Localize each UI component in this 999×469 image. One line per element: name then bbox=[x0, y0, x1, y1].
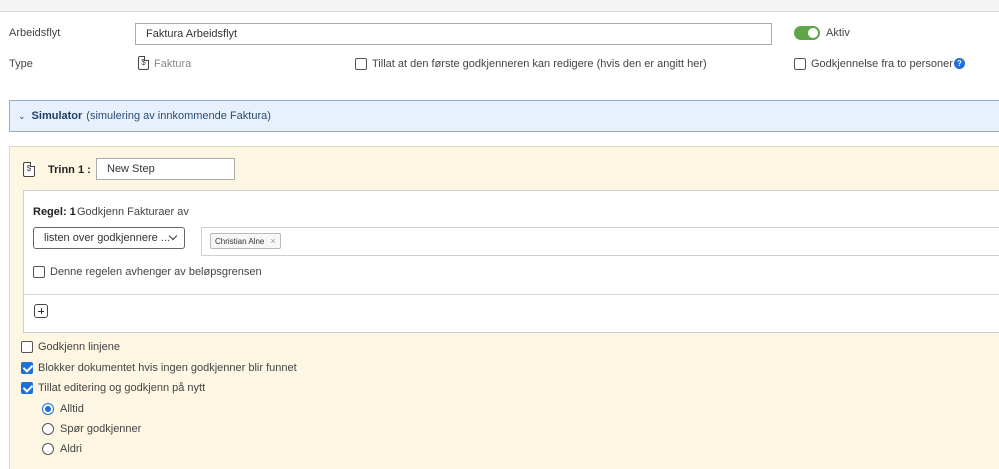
approver-source-dropdown[interactable]: listen over godkjennere ... bbox=[33, 227, 185, 249]
active-toggle[interactable] bbox=[794, 26, 820, 40]
chevron-down-icon bbox=[168, 231, 178, 241]
approve-lines-label: Godkjenn linjene bbox=[38, 341, 120, 353]
depends-on-amount-checkbox[interactable] bbox=[33, 266, 45, 278]
chevron-down-icon: ⌄ bbox=[18, 110, 26, 121]
simulator-subtitle: (simulering av innkommende Faktura) bbox=[86, 110, 271, 122]
depends-on-amount-label: Denne regelen avhenger av beløpsgrensen bbox=[50, 266, 262, 278]
workflow-name-input[interactable]: Faktura Arbeidsflyt bbox=[135, 23, 772, 45]
radio-always-label: Alltid bbox=[60, 403, 84, 415]
radio-always[interactable] bbox=[42, 403, 54, 415]
allow-first-approver-edit-label: Tillat at den første godkjenneren kan re… bbox=[372, 58, 707, 70]
step-label: Trinn 1 : bbox=[48, 164, 91, 176]
step-document-icon: $ bbox=[23, 162, 35, 177]
radio-never-label: Aldri bbox=[60, 443, 83, 455]
step-name-input[interactable]: New Step bbox=[96, 158, 235, 180]
allow-edit-checkbox[interactable] bbox=[21, 382, 33, 394]
approver-tag: Christian Alne × bbox=[210, 233, 281, 249]
two-person-approval-label: Godkjennelse fra to personer bbox=[811, 58, 953, 70]
remove-tag-icon[interactable]: × bbox=[270, 236, 275, 246]
type-label: Type bbox=[9, 58, 33, 70]
radio-ask-approver-label: Spør godkjenner bbox=[60, 423, 142, 435]
radio-ask-approver[interactable] bbox=[42, 423, 54, 435]
rule-label: Regel: 1 bbox=[33, 206, 76, 218]
allow-first-approver-edit-checkbox[interactable] bbox=[355, 58, 367, 70]
simulator-panel-header[interactable]: ⌄ Simulator (simulering av innkommende F… bbox=[9, 100, 999, 132]
approve-lines-checkbox[interactable] bbox=[21, 341, 33, 353]
workflow-name-label: Arbeidsflyt bbox=[9, 27, 61, 39]
approver-name: Christian Alne bbox=[215, 236, 265, 246]
radio-never[interactable] bbox=[42, 443, 54, 455]
block-document-checkbox[interactable] bbox=[21, 362, 33, 374]
block-document-label: Blokker dokumentet hvis ingen godkjenner… bbox=[38, 362, 297, 374]
add-rule-button[interactable] bbox=[34, 304, 48, 318]
simulator-title: Simulator bbox=[31, 110, 83, 122]
toggle-knob bbox=[808, 28, 818, 38]
allow-edit-label: Tillat editering og godkjenn på nytt bbox=[38, 382, 206, 394]
two-person-approval-checkbox[interactable] bbox=[794, 58, 806, 70]
rule-divider bbox=[23, 294, 999, 295]
invoice-document-icon: $ bbox=[138, 56, 149, 70]
rule-description: Godkjenn Fakturaer av bbox=[77, 206, 189, 218]
dropdown-value: listen over godkjennere ... bbox=[44, 232, 170, 244]
help-icon[interactable]: ? bbox=[954, 58, 965, 69]
active-label: Aktiv bbox=[826, 27, 850, 39]
top-strip bbox=[0, 0, 999, 12]
approvers-field[interactable]: Christian Alne × bbox=[201, 227, 999, 256]
type-value: Faktura bbox=[154, 58, 192, 70]
